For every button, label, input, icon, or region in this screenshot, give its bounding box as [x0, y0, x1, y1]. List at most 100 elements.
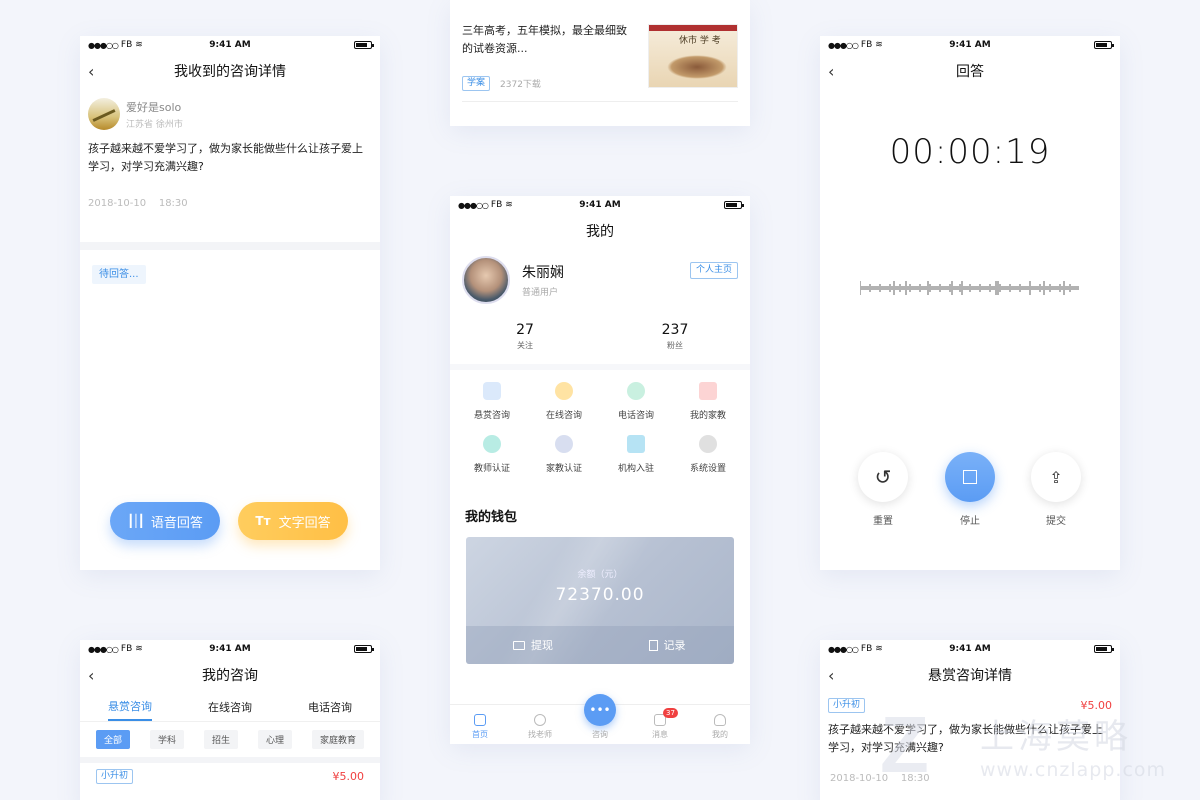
- thumbnail-text: 休市 学 考: [679, 36, 721, 46]
- message-badge: 37: [663, 708, 678, 718]
- stop-label: 停止: [960, 516, 980, 527]
- battery-icon: [723, 201, 744, 209]
- certificate-icon: [483, 435, 501, 453]
- wallet-icon: [483, 382, 501, 400]
- waveform-icon: ┃│┃: [127, 514, 145, 528]
- stop-button[interactable]: [945, 452, 995, 502]
- home-icon: [474, 714, 486, 726]
- profile-avatar[interactable]: [462, 256, 510, 304]
- consult-tabs: 悬赏咨询 在线咨询 电话咨询: [80, 692, 380, 722]
- chip-subject[interactable]: 学科: [149, 730, 184, 749]
- menu-org-join[interactable]: 机构入驻: [600, 435, 672, 474]
- voice-answer-button[interactable]: ┃│┃ 语音回答: [110, 502, 220, 540]
- wifi-icon: ≋: [875, 40, 883, 50]
- filter-chips: 全部 学科 招生 心理 家庭教育: [80, 722, 380, 757]
- avatar: [88, 98, 120, 130]
- search-icon: [534, 714, 546, 726]
- battery-icon: [353, 645, 374, 653]
- list-item[interactable]: 小升初 ¥5.00: [80, 763, 380, 790]
- grade-tag: 小升初: [828, 698, 866, 713]
- question-datetime: 2018-10-10 18:30: [830, 773, 930, 784]
- page-title: 我的: [586, 224, 614, 240]
- page-title: 回答: [956, 64, 984, 80]
- records-button[interactable]: 记录: [600, 626, 734, 664]
- wifi-icon: ≋: [875, 644, 883, 654]
- homepage-button[interactable]: 个人主页: [689, 262, 738, 279]
- user-location: 江苏省 徐州市: [126, 119, 183, 130]
- menu-online-consult[interactable]: 在线咨询: [528, 382, 600, 421]
- submit-button[interactable]: ⇪: [1031, 452, 1081, 502]
- status-bar: ●●●○○ FB ≋ 9:41 AM: [820, 36, 1120, 54]
- card-icon: [513, 640, 525, 650]
- chip-psychology[interactable]: 心理: [257, 730, 292, 749]
- back-icon[interactable]: ‹: [828, 62, 834, 81]
- tab-home[interactable]: 首页: [455, 714, 505, 740]
- status-bar: ●●●○○ FB ≋ 9:41 AM: [820, 640, 1120, 658]
- menu-settings[interactable]: 系统设置: [672, 435, 744, 474]
- grade-tag: 小升初: [96, 769, 134, 784]
- tab-reward-consult[interactable]: 悬赏咨询: [108, 698, 152, 721]
- wallet-title: 我的钱包: [465, 510, 518, 525]
- user-name: 爱好是solo: [126, 100, 182, 114]
- menu-reward-consult[interactable]: 悬赏咨询: [456, 382, 528, 421]
- refresh-icon: ↺: [874, 465, 892, 489]
- text-answer-button[interactable]: Tт 文字回答: [238, 502, 348, 540]
- gear-icon: [699, 435, 717, 453]
- tab-consult[interactable]: ••• 咨询: [575, 694, 625, 740]
- status-badge: 待回答...: [92, 265, 146, 284]
- menu-grid: 悬赏咨询 在线咨询 电话咨询 我的家教 教师认证 家教认证 机构入驻 系统设置: [456, 382, 744, 474]
- nav-bar: ‹ 我收到的咨询详情: [80, 54, 380, 88]
- menu-teacher-cert[interactable]: 教师认证: [456, 435, 528, 474]
- tab-find-teacher[interactable]: 找老师: [515, 714, 565, 740]
- question-text: 孩子越来越不爱学习了，做为家长能做些什么让孩子爱上学习，对学习充满兴趣?: [88, 142, 363, 173]
- chip-family-edu[interactable]: 家庭教育: [311, 730, 364, 749]
- tab-mine[interactable]: 我的: [695, 714, 745, 740]
- audio-waveform: [860, 281, 1079, 295]
- withdraw-button[interactable]: 提现: [466, 626, 600, 664]
- nav-bar: 我的: [450, 214, 750, 248]
- price: ¥5.00: [332, 770, 365, 783]
- tab-phone-consult[interactable]: 电话咨询: [308, 699, 352, 715]
- building-icon: [627, 435, 645, 453]
- nav-bar: ‹ 悬赏咨询详情: [820, 658, 1120, 692]
- submit-label: 提交: [1046, 516, 1066, 527]
- nav-bar: ‹ 我的咨询: [80, 658, 380, 692]
- menu-my-tutor[interactable]: 我的家教: [672, 382, 744, 421]
- stop-icon: [963, 470, 977, 484]
- reset-button[interactable]: ↺: [858, 452, 908, 502]
- battery-icon: [1093, 645, 1114, 653]
- wifi-icon: ≋: [505, 200, 513, 210]
- question-datetime: 2018-10-10 18:30: [88, 198, 188, 209]
- fans-stat[interactable]: 237 粉丝: [625, 322, 725, 351]
- battery-icon: [353, 41, 374, 49]
- profile-screen: ●●●○○ FB ≋ 9:41 AM 我的 朱丽娴 普通用户 个人主页 27 关注 …: [450, 196, 750, 744]
- back-icon[interactable]: ‹: [828, 666, 834, 685]
- my-consult-screen: ●●●○○ FB ≋ 9:41 AM ‹ 我的咨询 悬赏咨询 在线咨询 电话咨询 全…: [80, 640, 380, 800]
- phone-icon: [627, 382, 645, 400]
- menu-tutor-cert[interactable]: 家教认证: [528, 435, 600, 474]
- back-icon[interactable]: ‹: [88, 62, 94, 81]
- graduation-cap-icon: [699, 382, 717, 400]
- record-timer: 00:00:19: [889, 132, 1051, 172]
- text-size-icon: Tт: [255, 514, 271, 528]
- reward-detail-screen: ●●●○○ FB ≋ 9:41 AM ‹ 悬赏咨询详情 小升初 ¥5.00 孩子越来…: [820, 640, 1120, 800]
- back-icon[interactable]: ‹: [88, 666, 94, 685]
- consult-detail-screen: ●●●○○ FB ≋ 9:41 AM ‹ 我收到的咨询详情 爱好是solo 江苏省 …: [80, 36, 380, 570]
- chat-bubble-icon: •••: [584, 694, 616, 726]
- share-upload-icon: ⇪: [1049, 467, 1063, 487]
- profile-role: 普通用户: [522, 288, 559, 298]
- chip-admission[interactable]: 招生: [203, 730, 238, 749]
- resource-thumbnail[interactable]: 休市 学 考: [648, 24, 738, 88]
- status-bar: ●●●○○ FB ≋ 9:41 AM: [450, 196, 750, 214]
- follow-stat[interactable]: 27 关注: [475, 322, 575, 351]
- tab-online-consult[interactable]: 在线咨询: [208, 699, 252, 715]
- chip-all[interactable]: 全部: [95, 730, 130, 749]
- menu-phone-consult[interactable]: 电话咨询: [600, 382, 672, 421]
- resource-tag: 学案: [462, 76, 491, 91]
- chat-icon: [555, 382, 573, 400]
- status-bar: ●●●○○ FB ≋ 9:41 AM: [80, 640, 380, 658]
- tab-messages[interactable]: 消息 37: [635, 708, 685, 740]
- page-title: 我收到的咨询详情: [174, 64, 286, 80]
- answer-screen: ●●●○○ FB ≋ 9:41 AM ‹ 回答 00:00:19 ↺ ⇪ 重置 停止…: [820, 36, 1120, 570]
- resource-screen: 三年高考，五年模拟，最全最细致的试卷资源... 学案 2372下载 休市 学 考: [450, 0, 750, 126]
